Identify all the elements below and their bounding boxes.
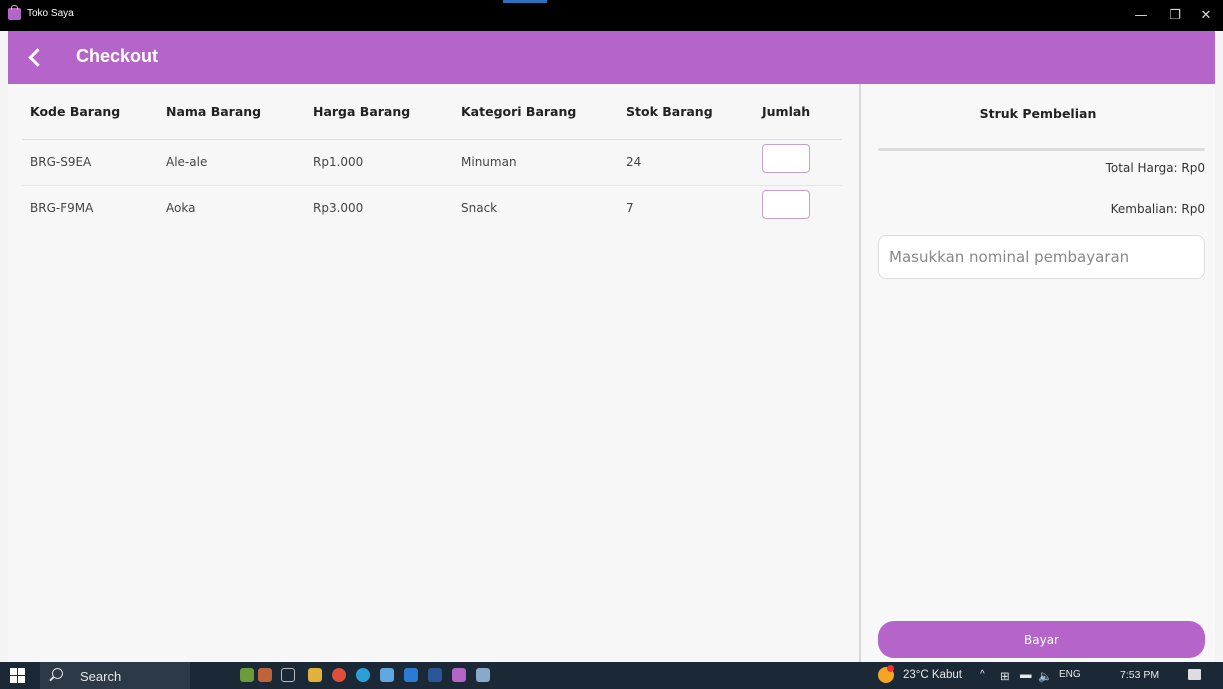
table-row: BRG-F9MA Aoka Rp3.000 Snack 7 (22, 185, 842, 231)
volume-icon[interactable]: 🔈 (1038, 669, 1052, 683)
back-arrow-icon[interactable] (26, 45, 50, 69)
app-icon-blue[interactable] (380, 668, 394, 682)
game-app-icon[interactable] (258, 668, 272, 682)
table-header-row: Kode Barang Nama Barang Harga Barang Kat… (22, 84, 842, 140)
widgets-icon[interactable] (240, 668, 254, 682)
network-icon[interactable]: ⊞ (1000, 669, 1010, 683)
cell-nama: Ale-ale (158, 139, 305, 186)
weather-icon[interactable] (878, 665, 894, 683)
column-header: Stok Barang (618, 84, 754, 140)
cell-kategori: Minuman (453, 139, 618, 186)
payment-amount-input[interactable] (878, 235, 1205, 279)
notification-icon[interactable] (1188, 669, 1201, 680)
quantity-input[interactable] (762, 189, 810, 219)
cell-harga: Rp1.000 (305, 139, 453, 186)
window-titlebar: Toko Saya — ❐ ✕ (0, 0, 1223, 31)
notes-app-icon[interactable] (476, 668, 490, 682)
column-header: Kode Barang (22, 84, 158, 140)
weather-text[interactable]: 23°C Kabut (903, 669, 962, 681)
cell-kategori: Snack (461, 201, 498, 216)
maximize-button[interactable]: ❐ (1158, 0, 1192, 31)
receipt-panel: Struk Pembelian Total Harga: Rp0 Kembali… (861, 84, 1215, 662)
pay-button[interactable]: Bayar (878, 621, 1205, 658)
cell-jumlah (754, 139, 842, 186)
app-header: Checkout (8, 31, 1215, 84)
minimize-button[interactable]: — (1124, 0, 1158, 31)
window-title: Toko Saya (27, 8, 74, 19)
change-label: Kembalian: Rp0 (1110, 202, 1205, 216)
column-header: Nama Barang (158, 84, 305, 140)
cell-jumlah (754, 185, 842, 231)
product-table-area: Kode Barang Nama Barang Harga Barang Kat… (8, 84, 860, 662)
chrome-icon[interactable] (332, 668, 346, 682)
taskbar-search[interactable]: Search (40, 662, 190, 689)
vscode-icon[interactable] (404, 668, 418, 682)
taskbar-search-label: Search (80, 669, 122, 684)
language-indicator[interactable]: ENG (1059, 669, 1081, 680)
receipt-divider (878, 148, 1205, 151)
cell-stok: 7 (626, 201, 634, 216)
product-table: Kode Barang Nama Barang Harga Barang Kat… (22, 84, 842, 231)
windows-start-icon[interactable] (10, 668, 25, 683)
cell-kode: BRG-F9MA (30, 201, 94, 216)
file-explorer-icon[interactable] (308, 668, 322, 682)
task-view-icon[interactable] (281, 668, 295, 682)
word-icon[interactable] (428, 668, 442, 682)
os-taskbar: Search 23°C Kabut ^ ⊞ ▬ 🔈 ENG 7:53 PM (0, 662, 1223, 689)
close-button[interactable]: ✕ (1189, 0, 1223, 31)
table-row: BRG-S9EA Ale-ale Rp1.000 Minuman 24 (22, 139, 842, 186)
cell-stok: 24 (618, 139, 754, 186)
quantity-input[interactable] (762, 143, 810, 173)
cell-nama: Aoka (166, 201, 196, 216)
battery-icon[interactable]: ▬ (1020, 669, 1032, 681)
search-icon (52, 668, 63, 679)
column-header: Harga Barang (305, 84, 453, 140)
clock[interactable]: 7:53 PM (1120, 669, 1159, 681)
receipt-title: Struk Pembelian (979, 106, 1097, 121)
app-icon (8, 5, 21, 20)
cell-harga: Rp3.000 (313, 201, 364, 216)
edge-icon[interactable] (356, 668, 370, 682)
cell-kode: BRG-S9EA (22, 139, 158, 186)
total-price-label: Total Harga: Rp0 (1105, 161, 1205, 175)
titlebar-accent (503, 0, 547, 3)
column-header: Jumlah (754, 84, 842, 140)
page-title: Checkout (76, 46, 159, 66)
chevron-up-icon[interactable]: ^ (980, 669, 985, 680)
toko-saya-app-icon[interactable] (452, 668, 466, 682)
column-header: Kategori Barang (453, 84, 618, 140)
